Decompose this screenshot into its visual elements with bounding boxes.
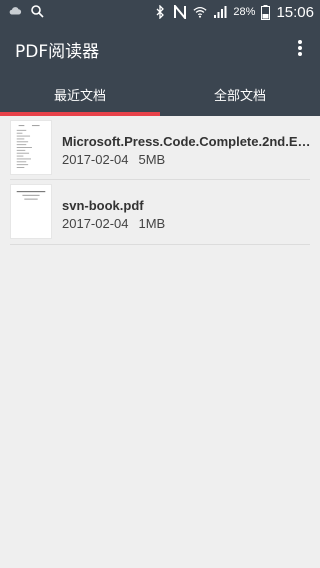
status-bar: 28% 15:06 (0, 0, 320, 24)
clock: 15:06 (276, 3, 314, 21)
more-vert-icon (298, 40, 302, 56)
battery-percent: 28% (233, 6, 256, 18)
search-icon (31, 5, 44, 18)
document-thumbnail (10, 184, 52, 239)
tab-recent-documents[interactable]: 最近文档 (0, 72, 160, 116)
document-name: svn-book.pdf (62, 198, 144, 213)
bluetooth-icon (156, 5, 165, 19)
list-item[interactable]: Microsoft.Press.Code.Complete.2nd.Editio… (10, 116, 318, 180)
document-meta: 2017-02-04 1MB (62, 216, 165, 231)
pdf-page-preview (16, 191, 46, 200)
battery-icon (261, 4, 271, 20)
app-bar: PDF阅读器 (0, 24, 320, 72)
document-meta: 2017-02-04 5MB (62, 152, 165, 167)
overflow-menu-button[interactable] (290, 36, 310, 60)
document-size: 5MB (138, 152, 166, 167)
tab-label: 全部文档 (213, 88, 266, 104)
document-thumbnail (10, 120, 52, 175)
document-size: 1MB (138, 216, 166, 231)
document-list: Microsoft.Press.Code.Complete.2nd.Editio… (0, 116, 320, 245)
document-name: Microsoft.Press.Code.Complete.2nd.Editio… (62, 134, 318, 149)
signal-icon (214, 6, 227, 18)
document-date: 2017-02-04 (62, 152, 129, 167)
document-date: 2017-02-04 (62, 216, 129, 231)
list-item[interactable]: svn-book.pdf 2017-02-04 1MB (10, 180, 310, 245)
pdf-page-preview (16, 125, 40, 168)
wifi-icon (193, 7, 207, 18)
tab-all-documents[interactable]: 全部文档 (160, 72, 320, 116)
nfc-icon (174, 5, 187, 19)
tab-bar: 最近文档 全部文档 (0, 72, 320, 116)
cloud-icon (9, 7, 22, 15)
tab-label: 最近文档 (53, 88, 106, 104)
app-title: PDF阅读器 (15, 42, 100, 62)
